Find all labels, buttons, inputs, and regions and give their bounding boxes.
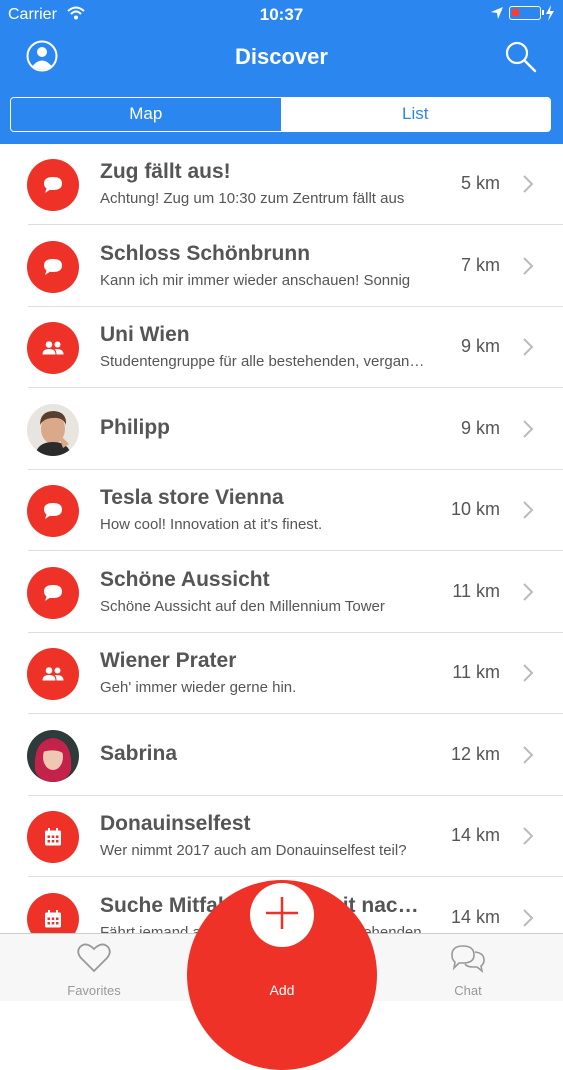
charging-bolt-icon (545, 5, 555, 26)
segment-list[interactable]: List (280, 98, 550, 131)
item-title: Tesla store Vienna (100, 486, 284, 509)
item-subtitle: Kann ich mir immer wieder anschauen! Son… (100, 271, 411, 289)
plus-icon (264, 895, 300, 936)
page-title: Discover (235, 44, 328, 69)
chevron-right-icon (522, 174, 534, 199)
item-distance: 9 km (460, 417, 500, 438)
list-item[interactable]: Philipp 9 km (0, 389, 563, 470)
chevron-right-icon (522, 419, 534, 444)
list-item[interactable]: Sabrina 12 km (0, 715, 563, 796)
item-subtitle: Geh' immer wieder gerne hin. (100, 679, 297, 696)
item-distance: 14 km (450, 906, 500, 927)
list-item[interactable]: Schloss Schönbrunn Kann ich mir immer wie… (0, 226, 563, 307)
item-distance: 11 km (452, 580, 500, 601)
list-item[interactable]: Donauinselfest Wer nimmt 2017 auch am Don… (0, 796, 563, 877)
item-distance: 5 km (460, 173, 500, 193)
list-item[interactable]: Wiener Prater Geh' immer wieder gerne hin… (0, 633, 563, 714)
chevron-right-icon (522, 337, 534, 362)
list-item[interactable]: Zug fällt aus! Achtung! Zug um 10:30 zum … (0, 144, 563, 225)
segment-map[interactable]: Map (11, 98, 281, 131)
item-title: Zug fällt aus! (100, 160, 231, 183)
item-subtitle: Wer nimmt 2017 auch am Donauinselfest te… (100, 842, 407, 859)
chevron-right-icon (522, 256, 534, 281)
tab-favorites-label: Favorites (67, 983, 121, 998)
item-distance: 7 km (460, 254, 500, 275)
tab-chat-label: Chat (454, 983, 482, 998)
item-distance: 12 km (450, 743, 500, 764)
location-arrow-icon (490, 6, 504, 25)
item-title: Philipp (100, 415, 170, 439)
chevron-right-icon (522, 500, 534, 525)
clock: 10:37 (259, 5, 304, 24)
chevron-right-icon (522, 745, 534, 770)
chevron-right-icon (522, 826, 534, 851)
chat-bubble-icon (27, 159, 79, 211)
item-title: Uni Wien (100, 323, 190, 346)
tab-chat[interactable]: Chat (408, 934, 528, 1001)
item-distance: 9 km (460, 336, 500, 356)
chevron-right-icon (522, 908, 534, 933)
header: Carrier 10:37 Discover Map List (0, 0, 563, 144)
group-icon (27, 322, 79, 374)
avatar (27, 403, 79, 456)
tab-add-label: Add (269, 982, 295, 998)
status-bar: Carrier 10:37 (0, 0, 563, 30)
tab-favorites[interactable]: Favorites (34, 934, 154, 1001)
heart-icon (34, 942, 154, 977)
chat-bubble-icon (27, 485, 79, 537)
item-distance: 10 km (450, 499, 500, 519)
group-icon (27, 648, 79, 700)
item-title: Schloss Schönbrunn (100, 241, 311, 265)
list-item[interactable]: Uni Wien Studentengruppe für alle bestehe… (0, 307, 563, 388)
chat-bubble-icon (27, 240, 79, 293)
item-subtitle: Achtung! Zug um 10:30 zum Zentrum fällt … (100, 190, 405, 207)
item-distance: 14 km (450, 825, 500, 845)
chat-bubble-icon (27, 566, 79, 619)
avatar (27, 729, 79, 782)
chevron-right-icon (522, 582, 534, 607)
item-subtitle: Studentengruppe für alle bestehenden, ve… (100, 353, 432, 370)
item-title: Schöne Aussicht (100, 567, 270, 591)
list-item[interactable]: Schöne Aussicht Schöne Aussicht auf den M… (0, 552, 563, 633)
chat-bubbles-icon (408, 942, 528, 977)
nav-bar: Discover (0, 30, 563, 90)
item-title: Donauinselfest (100, 812, 251, 835)
search-icon[interactable] (504, 40, 538, 79)
segmented-control: Map List (10, 97, 551, 132)
item-distance: 11 km (452, 662, 500, 682)
item-title: Wiener Prater (100, 649, 237, 672)
item-subtitle: How cool! Innovation at it's finest. (100, 516, 323, 533)
item-subtitle: Schöne Aussicht auf den Millennium Tower (100, 597, 385, 615)
chevron-right-icon (522, 663, 534, 688)
add-button[interactable] (250, 883, 314, 947)
item-title: Sabrina (100, 741, 178, 765)
list-item[interactable]: Tesla store Vienna How cool! Innovation a… (0, 470, 563, 551)
calendar-icon (27, 811, 79, 863)
battery-icon (509, 6, 544, 20)
